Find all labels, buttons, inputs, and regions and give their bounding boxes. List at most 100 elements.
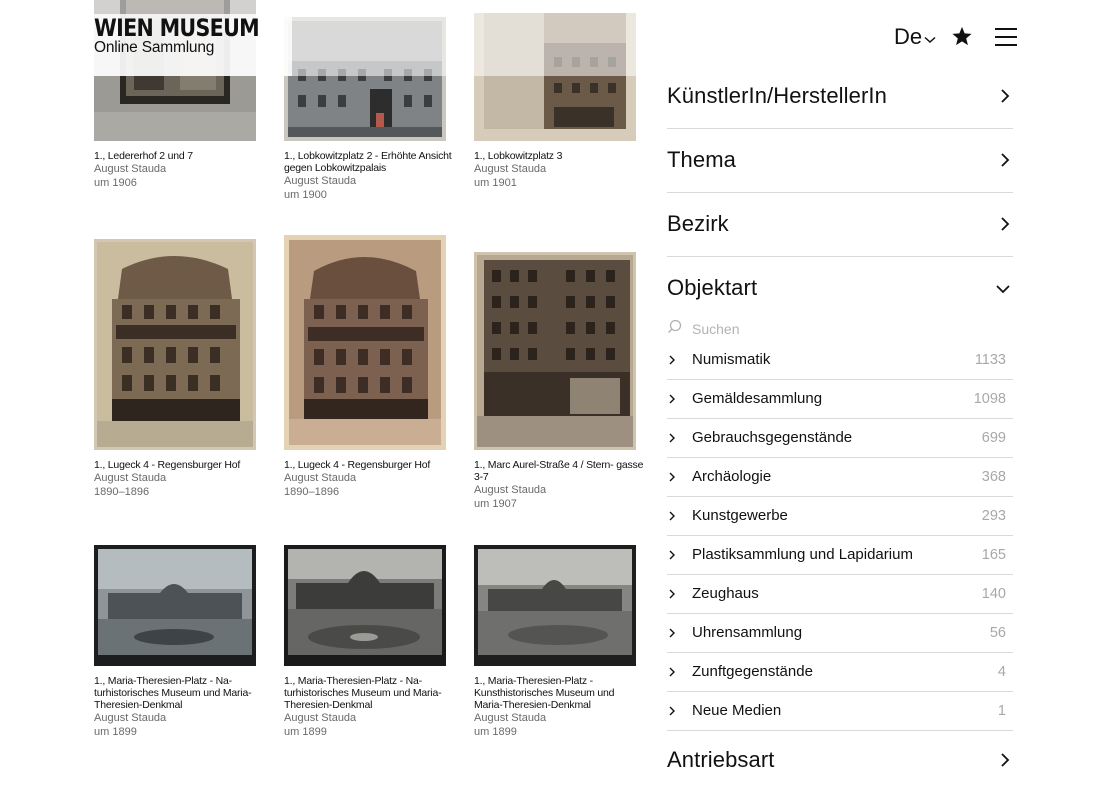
filter-option[interactable]: Zeughaus 140 — [667, 574, 1013, 614]
filter-option-label: Kunstgewerbe — [692, 507, 788, 524]
card-author: August Stauda — [94, 163, 167, 175]
artwork-thumbnail[interactable] — [474, 252, 636, 450]
artwork-thumbnail[interactable] — [284, 17, 446, 141]
objektart-search[interactable] — [667, 318, 1013, 340]
filter-option[interactable]: Plastiksammlung und Lapidarium 165 — [667, 535, 1013, 575]
facet-kuenstler[interactable]: KünstlerIn/HerstellerIn — [667, 64, 1013, 129]
card-title: 1., Maria-Theresien-Platz - Kunsthistori… — [474, 675, 615, 711]
card-author: August Stauda — [474, 712, 547, 724]
artwork-thumbnail[interactable] — [94, 545, 256, 666]
filter-option-count: 368 — [981, 468, 1006, 485]
card-date: um 1899 — [94, 726, 137, 738]
filter-option[interactable]: Neue Medien 1 — [667, 691, 1013, 731]
filter-option-count: 56 — [989, 624, 1006, 641]
filter-option-count: 699 — [981, 429, 1006, 446]
filter-option-count: 140 — [981, 585, 1006, 602]
filter-option-label: Plastiksammlung und Lapidarium — [692, 546, 913, 563]
facet-thema[interactable]: Thema — [667, 128, 1013, 193]
filter-option[interactable]: Uhrensammlung 56 — [667, 613, 1013, 653]
filter-option-label: Uhrensammlung — [692, 624, 803, 641]
filter-option-label: Gebrauchsgegenstände — [692, 429, 853, 446]
facet-label: Bezirk — [667, 211, 729, 236]
chevron-right-icon — [668, 549, 676, 561]
filter-option[interactable]: Zunftgegenstände 4 — [667, 652, 1013, 692]
card-date: um 1907 — [474, 498, 517, 510]
card-author: August Stauda — [474, 163, 547, 175]
filter-option[interactable]: Kunstgewerbe 293 — [667, 496, 1013, 536]
hamburger-menu-icon[interactable] — [995, 27, 1017, 52]
card-date: 1890–1896 — [94, 486, 150, 498]
search-icon — [667, 319, 682, 339]
card-title: 1., Lugeck 4 - Regensburger Hof — [94, 459, 241, 471]
facet-label: Objektart — [667, 275, 758, 300]
chevron-down-icon — [924, 24, 936, 50]
filter-option-count: 1 — [997, 702, 1006, 719]
chevron-right-icon — [668, 393, 676, 405]
card-title: 1., Maria-Theresien-Platz - Na- turhisto… — [284, 675, 442, 711]
filter-option[interactable]: Archäologie 368 — [667, 457, 1013, 497]
star-icon[interactable] — [951, 26, 973, 52]
card-title: 1., Lobkowitzplatz 3 — [474, 150, 563, 162]
card-author: August Stauda — [94, 712, 167, 724]
filter-option-count: 165 — [981, 546, 1006, 563]
filter-option[interactable]: Gebrauchsgegenstände 699 — [667, 418, 1013, 458]
facet-label: Antriebsart — [667, 747, 775, 772]
card-author: August Stauda — [284, 175, 357, 187]
artwork-thumbnail[interactable] — [474, 13, 636, 141]
filter-option-label: Gemäldesammlung — [692, 390, 823, 407]
logo-subtitle: Online Sammlung — [94, 39, 215, 56]
language-selector[interactable]: De — [894, 24, 936, 50]
card-date: um 1900 — [284, 189, 327, 201]
language-label: De — [894, 24, 923, 49]
card-title: 1., Ledererhof 2 und 7 — [94, 150, 193, 162]
logo-title: WIEN MUSEUM — [94, 14, 260, 42]
filter-option-count: 4 — [997, 663, 1006, 680]
card-author: August Stauda — [94, 472, 167, 484]
chevron-right-icon — [668, 471, 676, 483]
search-input[interactable] — [692, 321, 992, 337]
chevron-right-icon — [999, 88, 1011, 104]
card-title: 1., Lugeck 4 - Regensburger Hof — [284, 459, 431, 471]
chevron-right-icon — [668, 627, 676, 639]
artwork-thumbnail[interactable] — [284, 235, 446, 450]
filter-option-count: 293 — [981, 507, 1006, 524]
filter-option-label: Zunftgegenstände — [692, 663, 813, 680]
artwork-thumbnail[interactable] — [284, 545, 446, 666]
card-date: um 1901 — [474, 177, 517, 189]
card-title: 1., Marc Aurel-Straße 4 / Stern- gasse 3… — [474, 459, 644, 483]
chevron-right-icon — [999, 216, 1011, 232]
facet-bezirk[interactable]: Bezirk — [667, 192, 1013, 257]
facet-antriebsart[interactable]: Antriebsart — [667, 728, 1013, 792]
chevron-right-icon — [668, 510, 676, 522]
chevron-right-icon — [668, 666, 676, 678]
chevron-right-icon — [668, 588, 676, 600]
card-author: August Stauda — [474, 484, 547, 496]
filter-option-count: 1098 — [973, 390, 1006, 407]
facet-label: KünstlerIn/HerstellerIn — [667, 83, 887, 108]
chevron-right-icon — [999, 152, 1011, 168]
card-date: 1890–1896 — [284, 486, 340, 498]
card-date: um 1899 — [474, 726, 517, 738]
facet-label: Thema — [667, 147, 736, 172]
logo[interactable]: WIEN MUSEUM Online Sammlung — [92, 14, 292, 76]
artwork-thumbnail[interactable] — [474, 545, 636, 666]
card-date: um 1906 — [94, 177, 137, 189]
chevron-right-icon — [668, 354, 676, 366]
filter-option-count: 1133 — [974, 351, 1006, 368]
artwork-thumbnail[interactable] — [94, 239, 256, 450]
chevron-right-icon — [999, 752, 1011, 768]
filter-option-label: Neue Medien — [692, 702, 782, 719]
filter-option-label: Archäologie — [692, 468, 772, 485]
facet-objektart[interactable]: Objektart — [667, 256, 1013, 320]
card-author: August Stauda — [284, 472, 357, 484]
filter-option[interactable]: Gemäldesammlung 1098 — [667, 379, 1013, 419]
filter-option[interactable]: Numismatik 1133 — [667, 340, 1013, 380]
card-author: August Stauda — [284, 712, 357, 724]
card-title: 1., Maria-Theresien-Platz - Na- turhisto… — [94, 675, 252, 711]
filter-option-label: Numismatik — [692, 351, 771, 368]
card-title: 1., Lobkowitzplatz 2 - Erhöhte Ansicht g… — [284, 150, 452, 174]
chevron-right-icon — [668, 705, 676, 717]
chevron-down-icon — [995, 282, 1011, 294]
filter-option-label: Zeughaus — [692, 585, 759, 602]
chevron-right-icon — [668, 432, 676, 444]
